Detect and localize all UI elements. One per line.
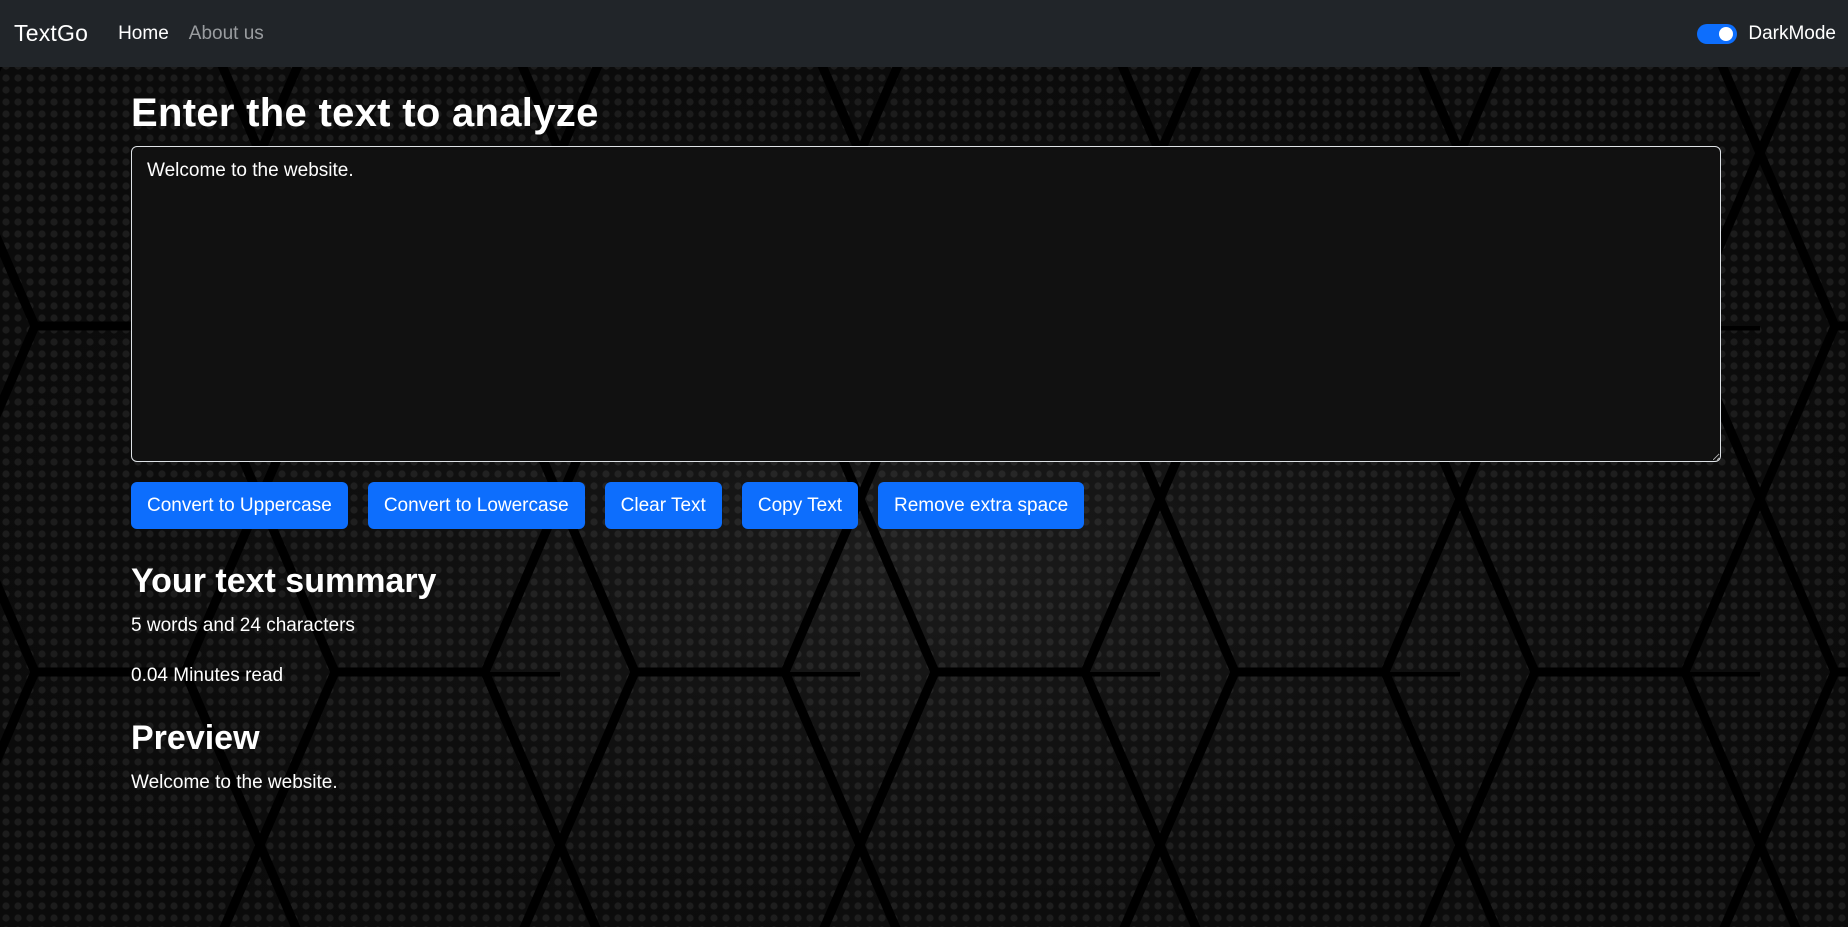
read-time: 0.04 Minutes read: [131, 665, 284, 687]
convert-lowercase-button[interactable]: Convert to Lowercase: [367, 482, 585, 529]
summary-heading: Your text summary: [131, 562, 437, 600]
switch-knob: [1719, 26, 1734, 41]
convert-uppercase-button[interactable]: Convert to Uppercase: [131, 482, 348, 529]
dark-mode-toggle-group: DarkMode: [1697, 23, 1836, 45]
preview-text: Welcome to the website.: [131, 771, 338, 793]
page-title: Enter the text to analyze: [131, 91, 599, 135]
clear-text-button[interactable]: Clear Text: [604, 482, 722, 529]
dark-mode-switch[interactable]: [1697, 23, 1738, 44]
preview-heading: Preview: [131, 719, 260, 758]
brand-logo[interactable]: TextGo: [14, 20, 88, 47]
main-container: Enter the text to analyze Convert to Upp…: [131, 67, 1721, 796]
nav-home[interactable]: Home: [118, 23, 169, 45]
top-navbar: TextGo Home About us DarkMode: [0, 0, 1848, 67]
text-input-area[interactable]: [131, 146, 1721, 462]
dark-mode-label[interactable]: DarkMode: [1748, 23, 1836, 45]
action-buttons: Convert to Uppercase Convert to Lowercas…: [131, 482, 1721, 529]
copy-text-button[interactable]: Copy Text: [741, 482, 858, 529]
word-char-count: 5 words and 24 characters: [131, 614, 355, 636]
remove-extra-space-button[interactable]: Remove extra space: [877, 482, 1085, 529]
nav-about-us[interactable]: About us: [189, 23, 264, 45]
